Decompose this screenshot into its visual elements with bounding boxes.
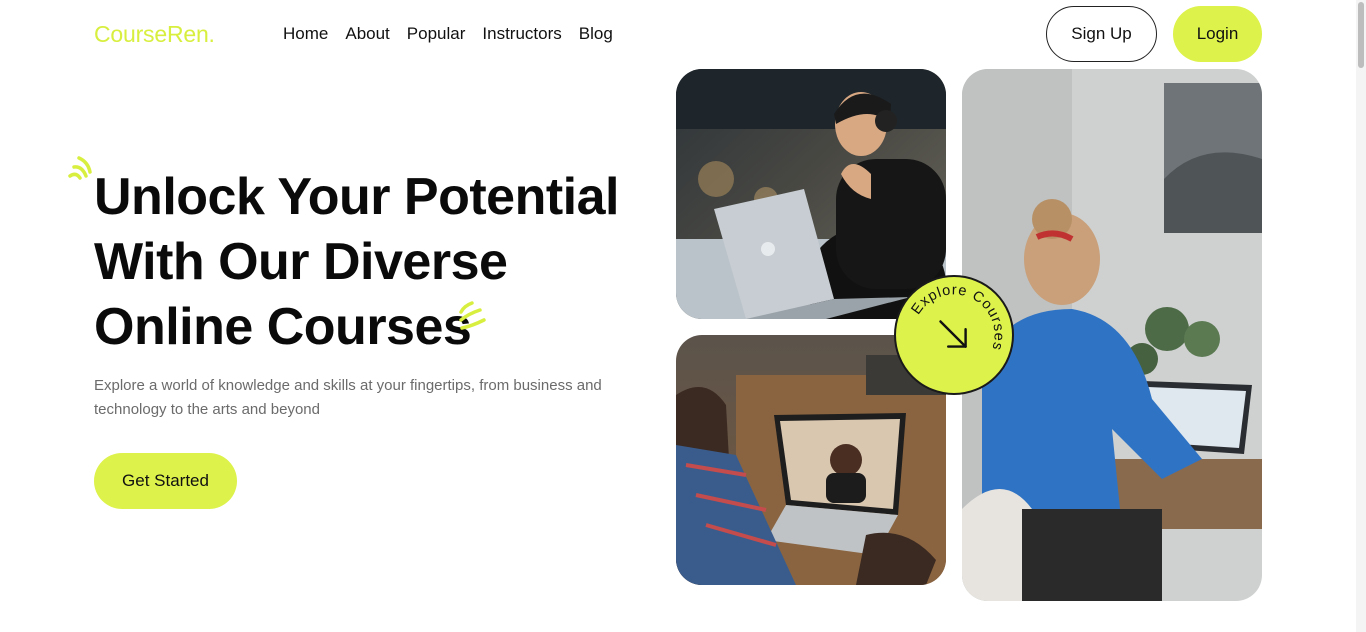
login-button[interactable]: Login: [1173, 6, 1262, 62]
logo[interactable]: CourseRen.: [94, 21, 215, 48]
hero-subtitle: Explore a world of knowledge and skills …: [94, 377, 602, 418]
hero-title-line-2: With Our Diverse: [94, 233, 508, 291]
hero-title-line-3: Online Courses: [94, 298, 472, 356]
arrow-down-right-icon: [939, 320, 967, 348]
get-started-button[interactable]: Get Started: [94, 453, 237, 509]
explore-courses-badge[interactable]: Explore Courses: [894, 275, 1014, 395]
page-scrollbar[interactable]: [1356, 0, 1366, 632]
nav-popular[interactable]: Popular: [407, 24, 466, 44]
nav-instructors[interactable]: Instructors: [482, 24, 561, 44]
signup-button[interactable]: Sign Up: [1046, 6, 1157, 62]
svg-text:Explore Courses: Explore Courses: [908, 282, 1006, 352]
main-nav: Home About Popular Instructors Blog: [283, 24, 613, 44]
nav-home[interactable]: Home: [283, 24, 328, 44]
explore-courses-text: Explore Courses: [908, 282, 1005, 352]
hero-title: Unlock Your Potential With Our Diverse O…: [94, 165, 654, 360]
scrollbar-thumb[interactable]: [1358, 2, 1364, 68]
hero-title-line-1: Unlock Your Potential: [94, 168, 620, 226]
nav-about[interactable]: About: [345, 24, 389, 44]
sparkle-icon: [459, 301, 486, 330]
nav-blog[interactable]: Blog: [579, 24, 613, 44]
sparkle-icon: [68, 156, 92, 180]
